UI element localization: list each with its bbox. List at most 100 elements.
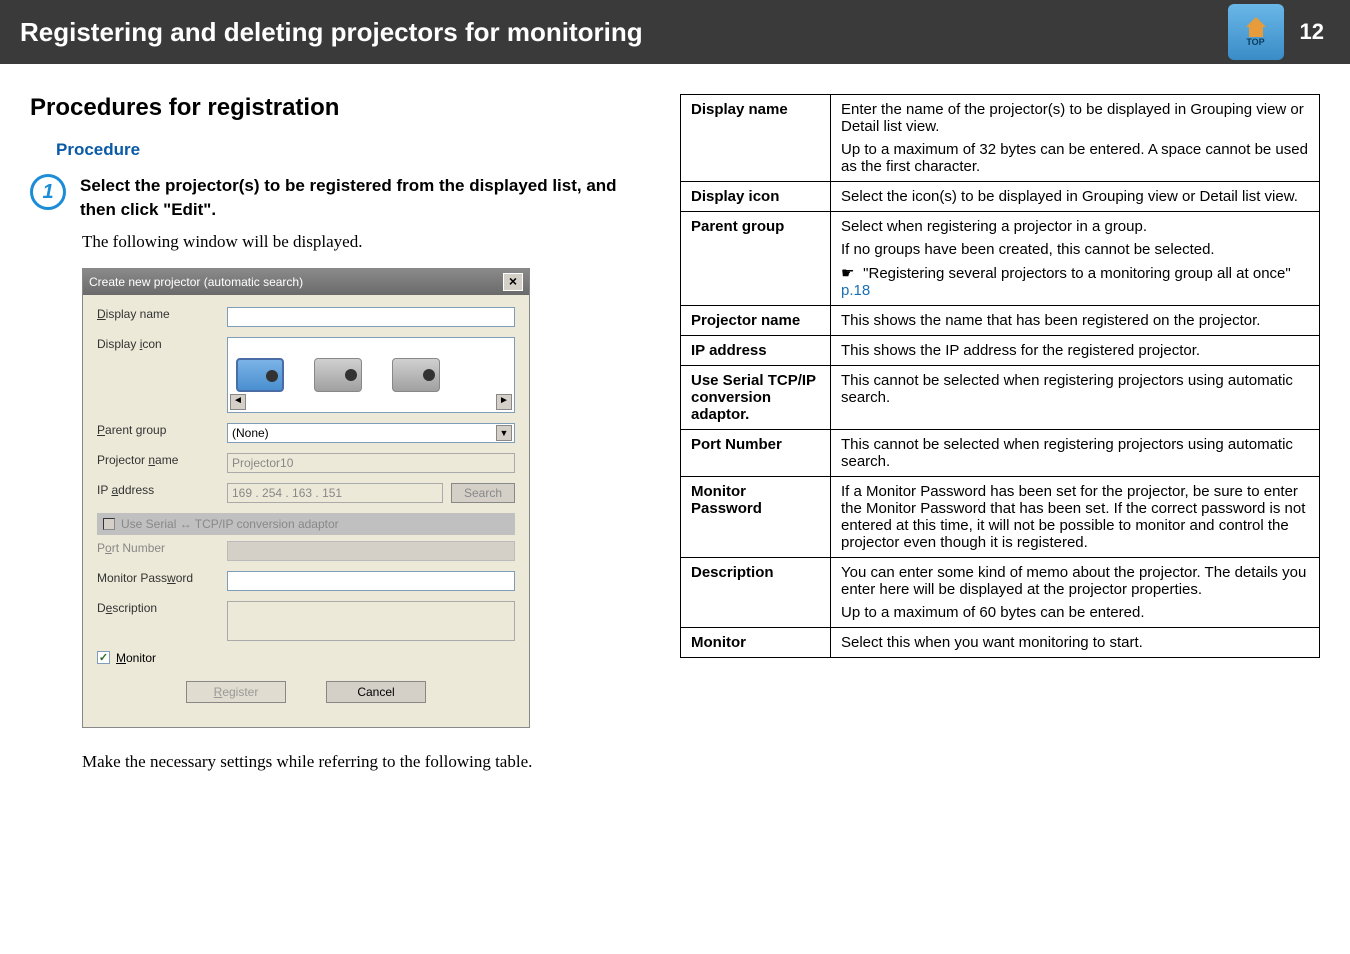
projector-icon-blue[interactable] (236, 358, 284, 392)
row-ip-address-desc: IP address This shows the IP address for… (681, 336, 1320, 366)
page-header: Registering and deleting projectors for … (0, 0, 1350, 64)
row-port-number-desc: Port Number This cannot be selected when… (681, 430, 1320, 477)
description-textarea[interactable] (227, 601, 515, 641)
td-projector-name: This shows the name that has been regist… (831, 306, 1320, 336)
create-projector-dialog: Create new projector (automatic search) … (82, 268, 530, 728)
label-ip-address: IP address (97, 483, 227, 497)
page-number: 12 (1294, 19, 1330, 45)
td-display-icon: Select the icon(s) to be displayed in Gr… (831, 182, 1320, 212)
chevron-down-icon[interactable]: ▼ (496, 425, 512, 441)
td-display-name: Enter the name of the projector(s) to be… (831, 95, 1320, 182)
procedure-heading[interactable]: Procedure (56, 140, 140, 160)
th-use-serial: Use Serial TCP/IP conversion adaptor. (681, 366, 831, 430)
row-monitor-password: Monitor Password (97, 571, 515, 591)
display-icon-picker[interactable]: ◄ ► (227, 337, 515, 413)
step-instruction: Select the projector(s) to be registered… (80, 174, 640, 222)
row-use-serial: Use Serial ↔ TCP/IP conversion adaptor (97, 513, 515, 535)
dialog-body: Display name Display icon ◄ ► Parent gro… (83, 295, 529, 727)
monitor-password-input[interactable] (227, 571, 515, 591)
display-name-input[interactable] (227, 307, 515, 327)
td-monitor: Select this when you want monitoring to … (831, 628, 1320, 658)
left-column: Procedures for registration Procedure 1 … (30, 94, 640, 772)
step-1: 1 Select the projector(s) to be register… (30, 174, 640, 222)
label-description: Description (97, 601, 227, 615)
row-display-name: Display name (97, 307, 515, 327)
row-parent-group-desc: Parent group Select when registering a p… (681, 212, 1320, 306)
projector-icon-gray-2[interactable] (392, 358, 440, 392)
parent-group-value: (None) (232, 426, 269, 440)
row-parent-group: Parent group (None) ▼ (97, 423, 515, 443)
dialog-titlebar: Create new projector (automatic search) … (83, 269, 529, 295)
th-ip-address: IP address (681, 336, 831, 366)
row-ip-address: IP address Search (97, 483, 515, 503)
row-projector-name-desc: Projector name This shows the name that … (681, 306, 1320, 336)
th-display-name: Display name (681, 95, 831, 182)
page-18-link[interactable]: p.18 (841, 282, 870, 299)
properties-table: Display name Enter the name of the proje… (680, 94, 1320, 658)
parent-group-p3: ☛ "Registering several projectors to a m… (841, 264, 1309, 299)
scroll-right-icon[interactable]: ► (496, 394, 512, 410)
register-button[interactable]: Register (186, 681, 286, 703)
description-p1: You can enter some kind of memo about th… (841, 564, 1309, 598)
label-display-icon: Display icon (97, 337, 227, 351)
row-display-icon-desc: Display icon Select the icon(s) to be di… (681, 182, 1320, 212)
dialog-buttons: Register Cancel (97, 673, 515, 715)
scroll-left-icon[interactable]: ◄ (230, 394, 246, 410)
row-projector-name: Projector name (97, 453, 515, 473)
row-monitor-password-desc: Monitor Password If a Monitor Password h… (681, 477, 1320, 558)
row-port-number: Port Number (97, 541, 515, 561)
parent-group-select[interactable]: (None) ▼ (227, 423, 515, 443)
ip-address-input (227, 483, 443, 503)
label-monitor-password: Monitor Password (97, 571, 227, 585)
th-projector-name: Projector name (681, 306, 831, 336)
dialog-title: Create new projector (automatic search) (89, 275, 303, 289)
td-description: You can enter some kind of memo about th… (831, 558, 1320, 628)
header-right: TOP 12 (1228, 4, 1330, 60)
projector-icon-gray-1[interactable] (314, 358, 362, 392)
top-label: TOP (1246, 37, 1264, 47)
use-serial-checkbox (103, 518, 115, 530)
th-display-icon: Display icon (681, 182, 831, 212)
search-button[interactable]: Search (451, 483, 515, 503)
td-use-serial: This cannot be selected when registering… (831, 366, 1320, 430)
th-description: Description (681, 558, 831, 628)
parent-group-ref: "Registering several projectors to a mon… (863, 265, 1291, 282)
parent-group-p2: If no groups have been created, this can… (841, 241, 1309, 258)
row-description-desc: Description You can enter some kind of m… (681, 558, 1320, 628)
label-projector-name: Projector name (97, 453, 227, 467)
projector-name-input (227, 453, 515, 473)
td-parent-group: Select when registering a projector in a… (831, 212, 1320, 306)
th-port-number: Port Number (681, 430, 831, 477)
content-area: Procedures for registration Procedure 1 … (0, 64, 1350, 792)
page-title: Registering and deleting projectors for … (20, 17, 643, 48)
row-monitor-desc: Monitor Select this when you want monito… (681, 628, 1320, 658)
parent-group-p1: Select when registering a projector in a… (841, 218, 1309, 235)
row-monitor: ✓ Monitor (97, 651, 515, 665)
row-display-name-desc: Display name Enter the name of the proje… (681, 95, 1320, 182)
monitor-checkbox[interactable]: ✓ (97, 651, 110, 664)
row-description: Description (97, 601, 515, 641)
description-p2: Up to a maximum of 60 bytes can be enter… (841, 604, 1309, 621)
cancel-button[interactable]: Cancel (326, 681, 426, 703)
note-text: Make the necessary settings while referr… (82, 752, 640, 772)
th-monitor: Monitor (681, 628, 831, 658)
th-monitor-password: Monitor Password (681, 477, 831, 558)
label-use-serial: Use Serial ↔ TCP/IP conversion adaptor (121, 517, 339, 531)
td-monitor-password: If a Monitor Password has been set for t… (831, 477, 1320, 558)
step-number-badge: 1 (30, 174, 66, 210)
display-name-p1: Enter the name of the projector(s) to be… (841, 101, 1309, 135)
section-heading: Procedures for registration (30, 94, 640, 122)
label-parent-group: Parent group (97, 423, 227, 437)
port-number-input (227, 541, 515, 561)
label-port-number: Port Number (97, 541, 227, 555)
step-subtext: The following window will be displayed. (82, 232, 640, 252)
th-parent-group: Parent group (681, 212, 831, 306)
row-display-icon: Display icon ◄ ► (97, 337, 515, 413)
label-monitor: Monitor (116, 651, 156, 665)
home-base-icon (1249, 27, 1263, 37)
close-icon[interactable]: × (503, 273, 523, 291)
display-name-p2: Up to a maximum of 32 bytes can be enter… (841, 141, 1309, 175)
label-display-name: Display name (97, 307, 227, 321)
hand-pointer-icon: ☛ (841, 264, 859, 282)
top-home-icon[interactable]: TOP (1228, 4, 1284, 60)
